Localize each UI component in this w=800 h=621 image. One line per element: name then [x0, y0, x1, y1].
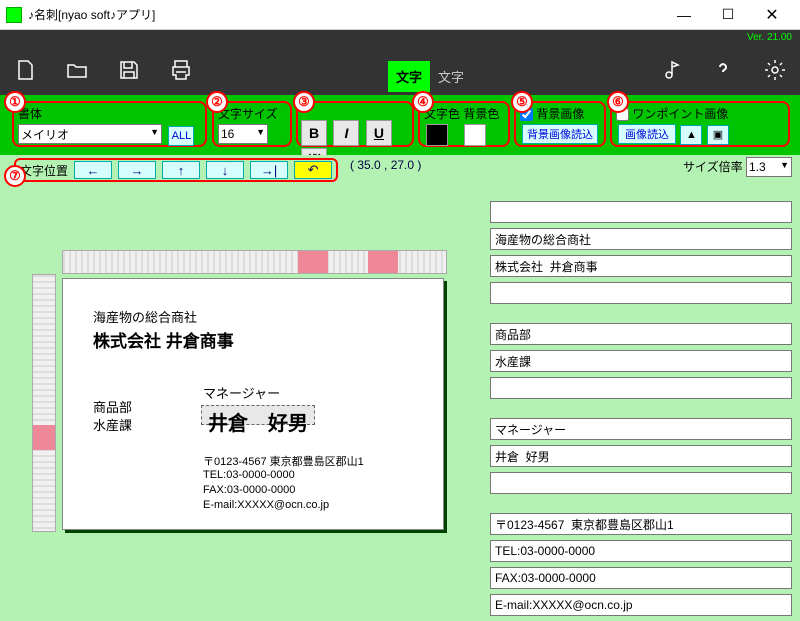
marker-1: ①	[4, 91, 26, 113]
new-icon[interactable]	[10, 55, 40, 85]
card-name-selected[interactable]: 井倉 好男	[201, 405, 315, 425]
position-bar: ⑦ 文字位置 ← → ↑ ↓ →| ↶ ( 35.0 , 27.0 ) サイズ倍…	[0, 155, 800, 185]
maximize-button[interactable]: ☐	[706, 1, 750, 29]
pos-tab-button[interactable]: →|	[250, 161, 288, 179]
onepoint-label: ワンポイント画像	[632, 107, 728, 121]
field-8[interactable]	[490, 418, 792, 440]
version-label: Ver. 21.00	[0, 30, 800, 45]
titlebar: ♪名刺[nyao soft♪アプリ] — ☐ ✕	[0, 0, 800, 30]
italic-button[interactable]: I	[333, 120, 359, 146]
tab-bar: 文字 文字	[388, 61, 472, 92]
position-label: 文字位置	[20, 162, 68, 179]
minimize-button[interactable]: —	[662, 1, 706, 29]
marker-7: ⑦	[4, 165, 26, 187]
field-7[interactable]	[490, 377, 792, 399]
font-combo[interactable]	[18, 124, 162, 144]
marker-4: ④	[412, 91, 434, 113]
help-icon[interactable]	[708, 55, 738, 85]
field-11[interactable]	[490, 513, 792, 535]
pos-right-button[interactable]: →	[118, 161, 156, 179]
flip-icon[interactable]: ▲	[680, 125, 702, 145]
tab-text-active[interactable]: 文字	[388, 61, 430, 92]
coords-display: ( 35.0 , 27.0 )	[350, 158, 421, 172]
main-toolbar: 文字 文字	[0, 45, 800, 95]
marker-3: ③	[293, 91, 315, 113]
canvas: 海産物の総合商社 株式会社 井倉商事 マネージャー 井倉 好男 商品部 水産課 …	[32, 250, 447, 550]
pos-up-button[interactable]: ↑	[162, 161, 200, 179]
font-label: 書体	[18, 105, 201, 122]
window-title: ♪名刺[nyao soft♪アプリ]	[28, 6, 662, 23]
work-area: 海産物の総合商社 株式会社 井倉商事 マネージャー 井倉 好男 商品部 水産課 …	[0, 185, 800, 593]
field-4[interactable]	[490, 282, 792, 304]
field-10[interactable]	[490, 472, 792, 494]
field-14[interactable]	[490, 594, 792, 616]
size-mult-area: サイズ倍率	[683, 157, 792, 177]
field-6[interactable]	[490, 350, 792, 372]
save-icon[interactable]	[114, 55, 144, 85]
pos-down-button[interactable]: ↓	[206, 161, 244, 179]
group-onepoint: ワンポイント画像 画像読込 ▲ ▣	[610, 101, 790, 147]
gear-icon[interactable]	[760, 55, 790, 85]
card-dept[interactable]: 商品部	[93, 397, 132, 416]
card-fax[interactable]: FAX:03-0000-0000	[203, 484, 295, 496]
music-icon[interactable]	[656, 55, 686, 85]
field-inputs	[490, 201, 792, 621]
bgimage-label: 背景画像	[536, 107, 584, 121]
text-color-swatch[interactable]	[426, 124, 448, 146]
size-label: 文字サイズ	[218, 105, 286, 122]
marker-6: ⑥	[607, 91, 629, 113]
font-all-button[interactable]: ALL	[168, 126, 194, 146]
size-mult-label: サイズ倍率	[683, 160, 743, 174]
field-12[interactable]	[490, 540, 792, 562]
ruler-horizontal	[62, 250, 447, 274]
business-card[interactable]: 海産物の総合商社 株式会社 井倉商事 マネージャー 井倉 好男 商品部 水産課 …	[62, 278, 444, 530]
card-mail[interactable]: E-mail:XXXXX@ocn.co.jp	[203, 499, 329, 511]
app-icon	[6, 7, 22, 23]
field-1[interactable]	[490, 201, 792, 223]
ruler-vertical	[32, 274, 56, 532]
field-3[interactable]	[490, 255, 792, 277]
card-sect[interactable]: 水産課	[93, 415, 132, 434]
field-2[interactable]	[490, 228, 792, 250]
options-bar: ① 書体 ALL ② 文字サイズ ③ B I U 縦 ④ 文字色 背景色 ⑤ 背…	[0, 95, 800, 155]
print-icon[interactable]	[166, 55, 196, 85]
bgimage-load-button[interactable]: 背景画像読込	[522, 124, 598, 144]
pos-undo-button[interactable]: ↶	[294, 161, 332, 179]
group-position: 文字位置 ← → ↑ ↓ →| ↶	[14, 158, 338, 182]
card-tel[interactable]: TEL:03-0000-0000	[203, 469, 295, 481]
field-13[interactable]	[490, 567, 792, 589]
group-style: B I U 縦	[296, 101, 414, 147]
color-label: 文字色 背景色	[424, 105, 504, 122]
marker-2: ②	[206, 91, 228, 113]
tab-text-inactive[interactable]: 文字	[430, 61, 472, 92]
bg-color-swatch[interactable]	[464, 124, 486, 146]
card-line1[interactable]: 海産物の総合商社	[93, 307, 197, 326]
pos-left-button[interactable]: ←	[74, 161, 112, 179]
group-font: 書体 ALL	[12, 101, 207, 147]
size-mult-combo[interactable]	[746, 157, 792, 177]
bold-button[interactable]: B	[301, 120, 327, 146]
card-addr[interactable]: 〒0123-4567 東京都豊島区郡山1	[203, 453, 364, 469]
marker-5: ⑤	[511, 91, 533, 113]
field-9[interactable]	[490, 445, 792, 467]
close-button[interactable]: ✕	[750, 1, 794, 29]
underline-button[interactable]: U	[366, 120, 392, 146]
card-line2[interactable]: 株式会社 井倉商事	[93, 327, 234, 352]
image-load-button[interactable]: 画像読込	[618, 124, 676, 144]
card-line3[interactable]: マネージャー	[203, 383, 280, 402]
open-icon[interactable]	[62, 55, 92, 85]
scan-icon[interactable]: ▣	[707, 125, 729, 145]
size-combo[interactable]	[218, 124, 268, 144]
field-5[interactable]	[490, 323, 792, 345]
